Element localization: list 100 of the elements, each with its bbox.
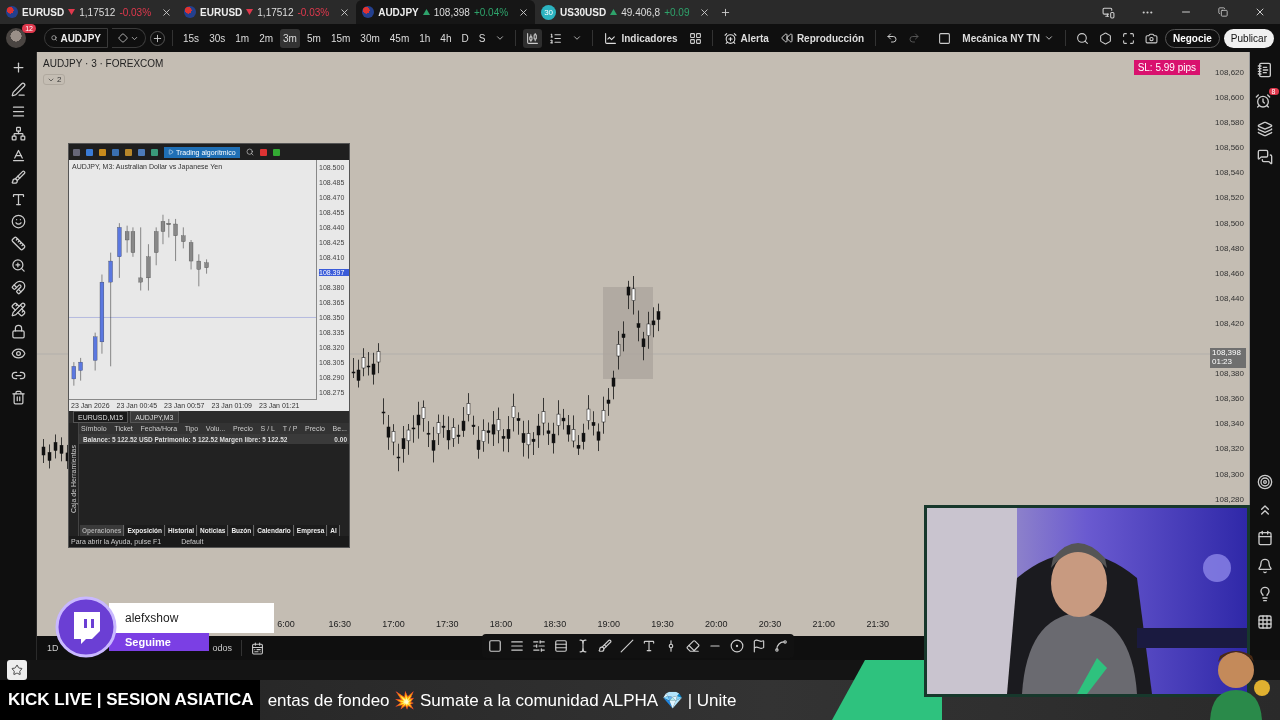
range-label[interactable]: odos	[212, 643, 233, 653]
curve-icon[interactable]	[774, 639, 788, 653]
sliders-icon[interactable]	[532, 639, 546, 653]
price-label: 108,440	[1215, 292, 1244, 305]
interval-button[interactable]: 45m	[386, 28, 413, 48]
zoom-in-icon[interactable]	[10, 258, 26, 273]
rows-icon[interactable]	[554, 639, 568, 653]
interval-button[interactable]: 1h	[416, 28, 434, 48]
flag-icon[interactable]	[752, 639, 766, 653]
interval-button[interactable]: 15m	[327, 28, 354, 48]
candle	[71, 361, 76, 386]
time-label: 17:00	[381, 619, 406, 629]
close-icon[interactable]	[339, 6, 351, 18]
candle	[173, 218, 178, 262]
rewind-icon	[780, 32, 793, 44]
interval-button[interactable]: 2m	[256, 28, 277, 48]
price-label: 108,380	[1215, 368, 1244, 381]
price-label: 108,320	[1215, 443, 1244, 456]
interval-button[interactable]: 30m	[357, 28, 383, 48]
browser-tab[interactable]: AUDJPY 108,398 +0.04%	[356, 0, 536, 24]
target-icon[interactable]	[1257, 474, 1273, 490]
lightbulb-icon[interactable]	[1257, 586, 1273, 602]
calendar-icon[interactable]	[1257, 530, 1273, 546]
lock-icon[interactable]	[10, 324, 26, 339]
price-label: 108,500	[1215, 217, 1244, 230]
collapse-button[interactable]: 2	[43, 74, 66, 85]
rectangle-icon[interactable]	[488, 639, 502, 653]
bell-icon[interactable]	[1257, 558, 1273, 574]
interval-button[interactable]: 1m	[232, 28, 253, 48]
price-label: 108,560	[1215, 142, 1244, 155]
browser-tab[interactable]: EURUSD 1,17512 -0.03%	[178, 0, 357, 24]
lines-icon[interactable]	[10, 104, 26, 119]
favorite-button[interactable]	[7, 660, 27, 680]
candlestick-icon[interactable]	[523, 28, 543, 48]
chevron-icon	[1043, 33, 1054, 43]
pencil-ruler-icon[interactable]	[10, 302, 26, 317]
text-icon[interactable]	[10, 192, 26, 207]
text-icon[interactable]	[642, 639, 656, 653]
interval-button[interactable]: 4h	[437, 28, 455, 48]
candle	[204, 259, 209, 274]
crosshair-icon[interactable]	[10, 60, 26, 75]
alarm-clock-icon[interactable]	[1254, 93, 1271, 109]
stop-loss-label: SL: 5.99 pips	[1133, 60, 1200, 75]
lines-icon[interactable]	[510, 639, 524, 653]
time-label: 18:00	[488, 619, 514, 629]
time-label: 20:00	[704, 619, 729, 629]
trend-line-icon[interactable]	[10, 82, 26, 97]
calendar-range-icon[interactable]	[251, 641, 265, 655]
interval-button[interactable]: D	[458, 28, 472, 48]
eye-icon[interactable]	[10, 346, 26, 361]
trade-button[interactable]: Negocie	[1164, 28, 1220, 48]
replay-button[interactable]: Reproducción	[776, 29, 869, 47]
search-icon	[51, 33, 58, 43]
range-button[interactable]: 1D	[47, 643, 59, 653]
publish-button[interactable]: Publicar	[1223, 28, 1274, 48]
play-icon	[168, 149, 174, 155]
magnet-icon[interactable]	[10, 280, 26, 295]
symbol-badge: 30	[541, 4, 557, 20]
notebook-icon[interactable]	[1257, 62, 1273, 78]
candle	[196, 254, 201, 287]
trash-icon[interactable]	[10, 390, 26, 405]
brush-icon[interactable]	[10, 170, 26, 185]
layout-dropdown[interactable]: Mecánica NY TN	[958, 29, 1058, 47]
keypad-icon[interactable]	[1257, 614, 1273, 630]
circle-icon[interactable]	[730, 639, 744, 653]
interval-button[interactable]: 15s	[180, 28, 203, 48]
messages-icon[interactable]	[1257, 149, 1273, 165]
restore-icon[interactable]	[1218, 7, 1228, 17]
time-label: 19:00	[596, 619, 621, 629]
line-icon[interactable]	[620, 639, 634, 653]
monitor-icon[interactable]	[1102, 5, 1115, 19]
interval-button[interactable]: 30s	[206, 28, 229, 48]
search-icon[interactable]	[245, 148, 254, 156]
close-icon[interactable]	[1254, 6, 1266, 18]
indicators-button[interactable]: Indicadores	[600, 28, 682, 48]
flag-icon	[184, 6, 197, 18]
time-label: 17:30	[435, 619, 460, 629]
browser-tab[interactable]: 30 US30USD 49.406,8 +0.09	[535, 0, 717, 24]
ruler-icon[interactable]	[10, 236, 26, 251]
candle	[78, 357, 83, 381]
smiley-icon[interactable]	[10, 214, 26, 229]
layers-icon[interactable]	[1257, 121, 1273, 137]
symbol-name: AUDJPY	[378, 6, 419, 18]
alert-button[interactable]: Alerta	[719, 28, 773, 48]
close-icon[interactable]	[518, 6, 530, 18]
browser-tab[interactable]: EURUSD 1,17512 -0.03%	[0, 0, 179, 24]
interval-button[interactable]: 5m	[303, 28, 324, 48]
interval-button[interactable]: 3m	[280, 28, 300, 48]
line-chart-icon	[604, 31, 618, 45]
price-text: 49.406,8	[621, 6, 661, 18]
candle	[117, 222, 122, 279]
close-icon[interactable]	[161, 6, 173, 18]
avatar[interactable]	[6, 28, 26, 48]
time-label: 21:00	[811, 619, 837, 629]
candle	[138, 227, 143, 291]
close-icon[interactable]	[699, 6, 711, 18]
brush-icon[interactable]	[598, 639, 612, 653]
interval-button[interactable]: S	[475, 28, 489, 48]
eraser-icon[interactable]	[686, 639, 700, 653]
price-label: 108,300	[1215, 468, 1244, 481]
